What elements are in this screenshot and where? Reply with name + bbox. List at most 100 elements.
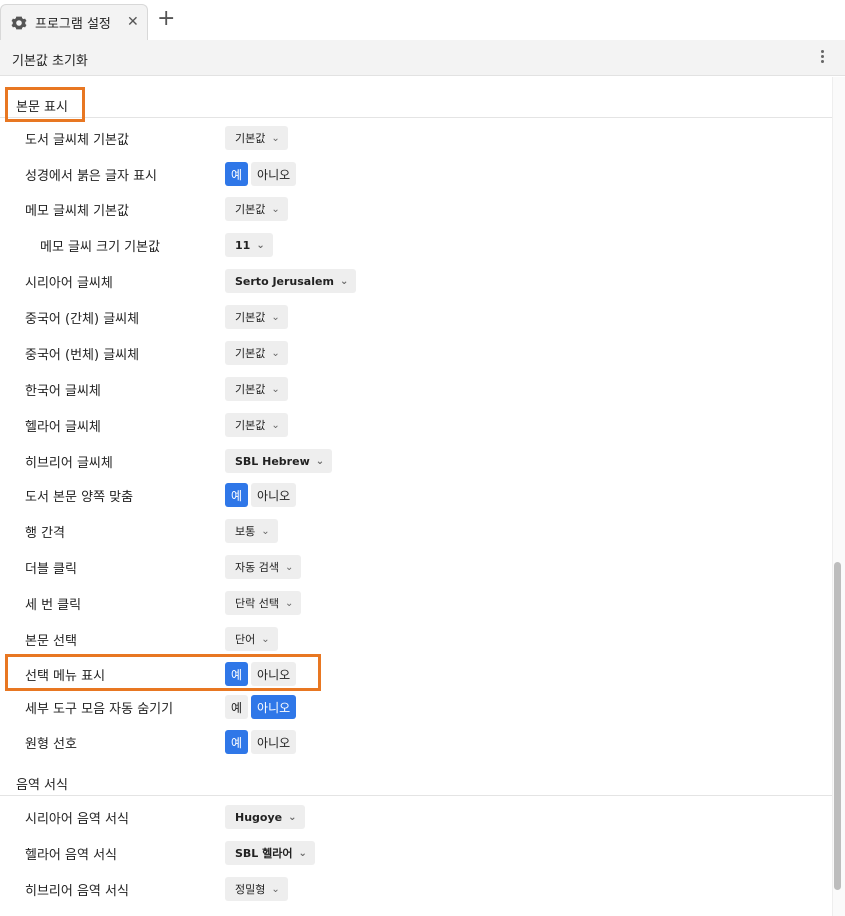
setting-label: 히브리어 글씨체 (25, 456, 113, 471)
setting-row-note-font: 메모 글씨체 기본값 기본값 ⌄ (0, 191, 832, 227)
chevron-down-icon: ⌄ (271, 383, 280, 395)
chevron-down-icon: ⌄ (298, 847, 307, 859)
setting-row-text-select: 본문 선택 단어 ⌄ (0, 621, 832, 657)
setting-row-syriac-font: 시리아어 글씨체 Serto Jerusalem ⌄ (0, 263, 832, 299)
dropdown-value: 11 (235, 238, 251, 252)
setting-row-line-spacing: 행 간격 보통 ⌄ (0, 513, 832, 549)
tab-bar: 프로그램 설정 ✕ + (0, 0, 845, 40)
setting-label: 메모 글씨체 기본값 (25, 204, 129, 219)
reset-defaults-button[interactable]: 기본값 초기화 (12, 50, 88, 69)
dropdown-value: 기본값 (235, 347, 266, 360)
section-title: 음역 서식 (16, 778, 68, 793)
gear-icon (11, 16, 27, 29)
autohide-toolbar-toggle: 예 아니오 (225, 695, 299, 719)
setting-row-double-click: 더블 클릭 자동 검색 ⌄ (0, 549, 832, 585)
dropdown-value: 기본값 (235, 383, 266, 396)
chevron-down-icon: ⌄ (256, 239, 265, 251)
setting-row-greek-font: 헬라어 글씨체 기본값 ⌄ (0, 407, 832, 443)
new-tab-plus-icon[interactable]: + (157, 8, 175, 30)
option-no[interactable]: 아니오 (251, 162, 297, 186)
option-yes[interactable]: 예 (225, 162, 249, 186)
scrollbar-thumb[interactable] (834, 562, 841, 890)
setting-label: 헬라어 음역 서식 (25, 848, 117, 863)
dropdown-value: SBL 헬라어 (235, 847, 293, 860)
option-yes[interactable]: 예 (225, 695, 249, 719)
text-select-dropdown[interactable]: 단어 ⌄ (225, 627, 278, 651)
setting-row-hebrew-font: 히브리어 글씨체 SBL Hebrew ⌄ (0, 443, 832, 479)
setting-row-book-font: 도서 글씨체 기본값 기본값 ⌄ (0, 120, 832, 156)
syriac-font-dropdown[interactable]: Serto Jerusalem ⌄ (225, 269, 357, 293)
prefer-lemma-toggle: 예 아니오 (225, 730, 299, 754)
dropdown-value: 단락 선택 (235, 597, 279, 610)
chevron-down-icon: ⌄ (339, 275, 349, 287)
dropdown-value: 기본값 (235, 132, 266, 145)
setting-label: 중국어 (번체) 글씨체 (25, 348, 140, 363)
setting-label: 헬라어 글씨체 (25, 420, 101, 435)
setting-label: 시리아어 음역 서식 (25, 812, 129, 827)
chevron-down-icon: ⌄ (261, 525, 270, 537)
greek-font-dropdown[interactable]: 기본값 ⌄ (225, 413, 288, 437)
greek-translit-dropdown[interactable]: SBL 헬라어 ⌄ (225, 841, 315, 865)
setting-label: 본문 선택 (25, 634, 77, 649)
note-font-dropdown[interactable]: 기본값 ⌄ (225, 197, 288, 221)
option-yes[interactable]: 예 (225, 730, 249, 754)
hebrew-font-dropdown[interactable]: SBL Hebrew ⌄ (225, 449, 333, 473)
hebrew-translit-dropdown[interactable]: 정밀형 ⌄ (225, 877, 288, 901)
book-font-dropdown[interactable]: 기본값 ⌄ (225, 126, 288, 150)
chevron-down-icon: ⌄ (271, 132, 280, 144)
setting-row-autohide-toolbar: 세부 도구 모음 자동 숨기기 예 아니오 (0, 689, 832, 725)
setting-row-syriac-translit: 시리아어 음역 서식 Hugoye ⌄ (0, 799, 832, 835)
dropdown-value: 단어 (235, 633, 256, 646)
dropdown-value: 정밀형 (235, 883, 266, 896)
justify-toggle: 예 아니오 (225, 483, 299, 507)
double-click-dropdown[interactable]: 자동 검색 ⌄ (225, 555, 302, 579)
chevron-down-icon: ⌄ (271, 883, 280, 895)
setting-label: 성경에서 붉은 글자 표시 (25, 169, 157, 184)
chevron-down-icon: ⌄ (271, 419, 280, 431)
chinese-simplified-dropdown[interactable]: 기본값 ⌄ (225, 305, 288, 329)
chevron-down-icon: ⌄ (271, 347, 280, 359)
setting-row-greek-translit: 헬라어 음역 서식 SBL 헬라어 ⌄ (0, 835, 832, 871)
dropdown-value: SBL Hebrew (235, 454, 310, 468)
option-no[interactable]: 아니오 (251, 730, 297, 754)
setting-row-triple-click: 세 번 클릭 단락 선택 ⌄ (0, 585, 832, 621)
setting-label: 세부 도구 모음 자동 숨기기 (25, 702, 174, 717)
setting-label: 도서 글씨체 기본값 (25, 133, 129, 148)
more-vertical-icon[interactable] (816, 48, 828, 68)
dropdown-value: 기본값 (235, 203, 266, 216)
dropdown-value: 기본값 (235, 311, 266, 324)
setting-label: 원형 선호 (25, 737, 77, 752)
chevron-down-icon: ⌄ (288, 811, 297, 823)
setting-row-hebrew-translit: 히브리어 음역 서식 정밀형 ⌄ (0, 871, 832, 907)
setting-row-chinese-traditional: 중국어 (번체) 글씨체 기본값 ⌄ (0, 335, 832, 371)
syriac-translit-dropdown[interactable]: Hugoye ⌄ (225, 805, 305, 829)
settings-toolbar: 기본값 초기화 (0, 40, 845, 76)
dropdown-value: 기본값 (235, 419, 266, 432)
section-header-transliteration: 음역 서식 (0, 772, 832, 796)
option-no[interactable]: 아니오 (251, 483, 297, 507)
setting-label: 더블 클릭 (25, 562, 77, 577)
highlight-box (5, 87, 85, 122)
option-yes[interactable]: 예 (225, 483, 249, 507)
chinese-traditional-dropdown[interactable]: 기본값 ⌄ (225, 341, 288, 365)
setting-label: 메모 글씨 크기 기본값 (40, 240, 161, 255)
tab-title: 프로그램 설정 (35, 17, 111, 32)
red-letter-toggle: 예 아니오 (225, 162, 299, 186)
setting-row-note-size: 메모 글씨 크기 기본값 11 ⌄ (0, 227, 832, 263)
setting-label: 중국어 (간체) 글씨체 (25, 312, 140, 327)
korean-font-dropdown[interactable]: 기본값 ⌄ (225, 377, 288, 401)
setting-label: 히브리어 음역 서식 (25, 884, 129, 899)
setting-row-red-letter: 성경에서 붉은 글자 표시 예 아니오 (0, 156, 832, 192)
close-icon[interactable]: ✕ (127, 14, 139, 30)
tab-program-settings[interactable]: 프로그램 설정 ✕ (0, 4, 148, 40)
chevron-down-icon: ⌄ (315, 455, 325, 467)
chevron-down-icon: ⌄ (261, 633, 270, 645)
note-size-dropdown[interactable]: 11 ⌄ (225, 233, 273, 257)
section-header-display: 본문 표시 (0, 94, 832, 118)
option-no[interactable]: 아니오 (251, 695, 297, 719)
chevron-down-icon: ⌄ (271, 203, 280, 215)
dropdown-value: 보통 (235, 525, 256, 538)
triple-click-dropdown[interactable]: 단락 선택 ⌄ (225, 591, 302, 615)
line-spacing-dropdown[interactable]: 보통 ⌄ (225, 519, 278, 543)
setting-row-chinese-simplified: 중국어 (간체) 글씨체 기본값 ⌄ (0, 299, 832, 335)
